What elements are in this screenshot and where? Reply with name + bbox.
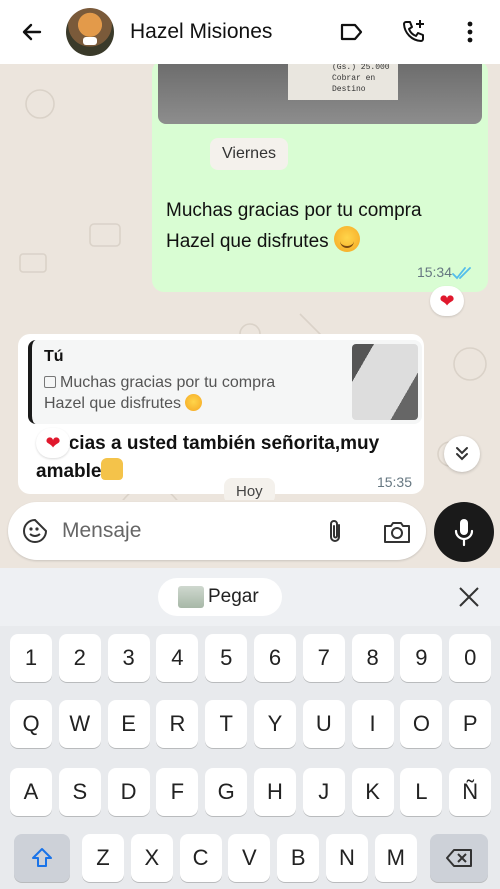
heart-reaction-icon[interactable]: ❤ (36, 428, 70, 458)
date-chip: Viernes (210, 138, 288, 170)
avatar[interactable] (66, 8, 114, 56)
quoted-message[interactable]: Tú Muchas gracias por tu compra Hazel qu… (28, 340, 422, 424)
letter-key[interactable]: Q (10, 700, 52, 748)
letter-key[interactable]: U (302, 700, 345, 748)
letter-key[interactable]: O (400, 700, 443, 748)
message-composer (8, 502, 426, 560)
smile-emoji-icon (333, 226, 360, 252)
message-line-1: Muchas gracias por tu compra (166, 200, 422, 221)
letter-key[interactable]: B (277, 834, 320, 882)
letter-key[interactable]: C (179, 834, 222, 882)
number-key[interactable]: 8 (351, 634, 394, 682)
sticker-icon[interactable] (22, 518, 48, 544)
number-key[interactable]: 3 (107, 634, 150, 682)
message-time: 15:34 (416, 264, 452, 280)
letter-key[interactable]: F (156, 768, 199, 816)
letter-key[interactable]: P (449, 700, 492, 748)
letter-key[interactable]: E (107, 700, 150, 748)
number-key[interactable]: 1 (10, 634, 52, 682)
letter-key[interactable]: G (205, 768, 248, 816)
add-call-icon[interactable] (400, 18, 428, 46)
backspace-key[interactable] (430, 834, 488, 882)
paste-chip[interactable]: Pegar (158, 578, 282, 616)
shift-arrow-icon (32, 848, 52, 867)
heart-reaction-icon[interactable]: ❤ (430, 286, 464, 316)
quote-author: Tú (44, 348, 64, 365)
receipt-snippet: (Gs.) 25.000 Cobrar en Destino (288, 64, 398, 100)
clipboard-image-icon (178, 586, 204, 608)
letter-key[interactable]: R (156, 700, 199, 748)
number-key[interactable]: 2 (58, 634, 101, 682)
letter-key[interactable]: D (107, 768, 150, 816)
paste-label: Pegar (208, 586, 259, 607)
image-icon (44, 376, 56, 388)
receipt-line-1: (Gs.) 25.000 (332, 64, 390, 72)
chevron-double-down-icon (456, 447, 468, 461)
letter-key[interactable]: I (351, 700, 394, 748)
outgoing-message[interactable]: (Gs.) 25.000 Cobrar en Destino Muchas gr… (152, 64, 488, 292)
date-chip-today: Hoy (224, 478, 275, 500)
read-ticks-icon (452, 267, 471, 280)
contact-name[interactable]: Hazel Misiones (130, 20, 272, 44)
number-key[interactable]: 4 (156, 634, 199, 682)
letter-key[interactable]: L (400, 768, 443, 816)
letter-key[interactable]: K (351, 768, 394, 816)
more-options-icon[interactable] (456, 18, 484, 46)
quote-thumbnail (352, 344, 418, 420)
camera-icon[interactable] (382, 518, 412, 546)
keyboard-suggestion-bar: Pegar (0, 568, 500, 626)
letter-key[interactable]: W (58, 700, 101, 748)
letter-key[interactable]: V (228, 834, 271, 882)
letter-key[interactable]: Y (254, 700, 296, 748)
letter-key[interactable]: Z (82, 834, 124, 882)
shift-key[interactable] (14, 834, 70, 882)
chat-header: Hazel Misiones (0, 0, 500, 64)
number-key[interactable]: 5 (205, 634, 248, 682)
message-text: Muchas gracias por tu compra Hazel que d… (166, 196, 466, 257)
letter-key[interactable]: N (326, 834, 368, 882)
image-preview[interactable]: (Gs.) 25.000 Cobrar en Destino (158, 64, 482, 124)
receipt-line-2: Cobrar en Destino (332, 74, 376, 94)
mic-button[interactable] (434, 502, 494, 562)
attach-icon[interactable] (322, 518, 348, 546)
backspace-icon (446, 849, 472, 867)
scroll-down-button[interactable] (444, 436, 480, 472)
letter-key[interactable]: A (10, 768, 52, 816)
close-icon[interactable] (454, 582, 484, 612)
letter-key[interactable]: M (374, 834, 417, 882)
smile-emoji-icon (185, 394, 203, 411)
message-line-1: Gracias a usted también señorita,muy (36, 433, 380, 454)
incoming-message[interactable]: Tú Muchas gracias por tu compra Hazel qu… (18, 334, 424, 494)
keyboard: Pegar 1234567890 QWERTYUIOP ASDFGHJKLÑ ZXCV… (0, 568, 500, 889)
letter-key[interactable]: H (254, 768, 296, 816)
raised-hands-emoji-icon (101, 458, 124, 480)
number-key[interactable]: 7 (302, 634, 345, 682)
number-key[interactable]: 0 (449, 634, 492, 682)
quote-line-1: Muchas gracias por tu compra (60, 374, 276, 391)
letter-key[interactable]: X (130, 834, 173, 882)
message-input[interactable] (62, 516, 302, 546)
message-line-2: amable (36, 461, 102, 482)
quote-line-2: Hazel que disfrutes (44, 395, 181, 412)
message-line-2: Hazel que disfrutes (166, 231, 329, 252)
quote-text: Muchas gracias por tu compra Hazel que d… (44, 372, 324, 414)
number-key[interactable]: 9 (400, 634, 443, 682)
label-icon[interactable] (338, 18, 366, 46)
letter-key[interactable]: Ñ (449, 768, 492, 816)
back-arrow-icon[interactable] (18, 18, 46, 46)
microphone-icon (454, 519, 474, 547)
chat-area[interactable]: (Gs.) 25.000 Cobrar en Destino Muchas gr… (0, 64, 500, 500)
message-time: 15:35 (376, 474, 412, 490)
number-key[interactable]: 6 (254, 634, 296, 682)
letter-key[interactable]: S (58, 768, 101, 816)
message-text: Gracias a usted también señorita,muy ama… (36, 430, 416, 486)
letter-key[interactable]: T (205, 700, 248, 748)
letter-key[interactable]: J (302, 768, 345, 816)
